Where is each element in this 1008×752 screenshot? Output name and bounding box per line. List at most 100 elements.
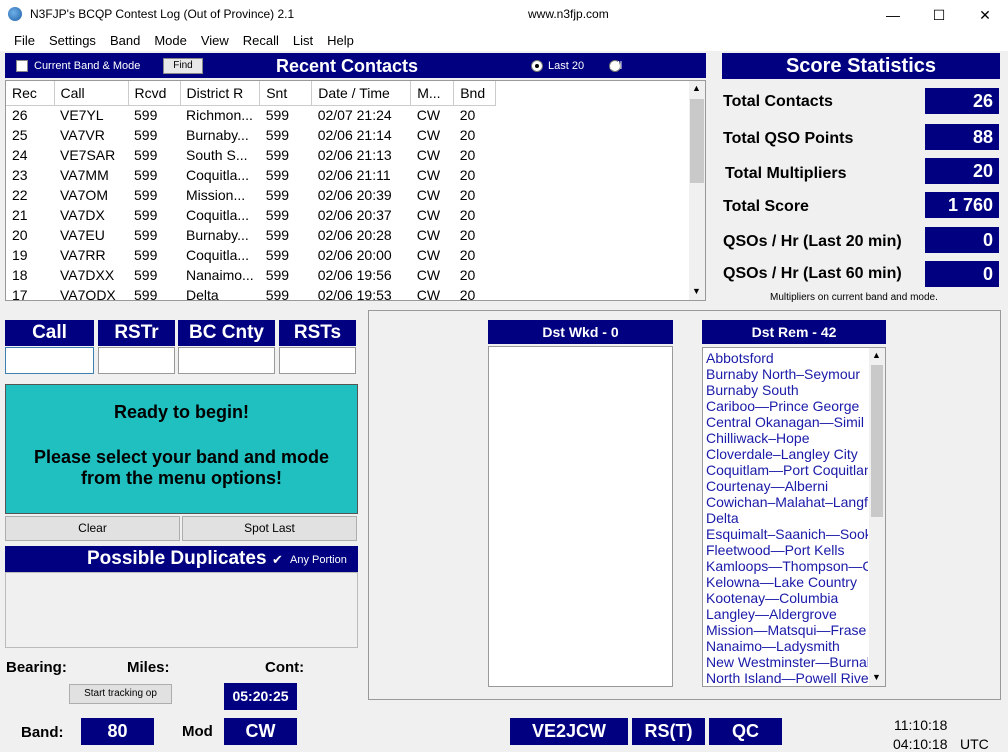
call-input[interactable] xyxy=(5,347,94,374)
district-list-item[interactable]: North Island—Powell Rive xyxy=(706,670,868,686)
districts-remaining-list[interactable]: Abbotsford Burnaby North–Seymour Burnaby S… xyxy=(702,347,886,687)
mode-value[interactable]: CW xyxy=(224,718,297,745)
cell-snt: 599 xyxy=(265,227,290,243)
cell-snt: 599 xyxy=(265,127,290,143)
current-band-mode-label: Current Band & Mode xyxy=(34,60,141,72)
operator-callsign[interactable]: VE2JCW xyxy=(510,718,628,745)
districts-scrollbar[interactable]: ▲ ▼ xyxy=(869,348,885,686)
bc-cnty-input[interactable] xyxy=(178,347,275,374)
district-list-item[interactable]: New Westminster—Burnal xyxy=(706,654,868,670)
table-header-row: Rec Call Rcvd District R Snt Date / Time… xyxy=(6,81,497,106)
message-line-1: Ready to begin! xyxy=(113,402,249,422)
district-list-item[interactable]: Courtenay—Alberni xyxy=(706,478,868,494)
start-tracking-button[interactable]: Start tracking op xyxy=(69,684,172,704)
menu-view[interactable]: View xyxy=(194,33,236,48)
last20-radio[interactable] xyxy=(531,60,543,72)
menu-mode[interactable]: Mode xyxy=(147,33,194,48)
recent-contacts-table[interactable]: Rec Call Rcvd District R Snt Date / Time… xyxy=(5,80,706,301)
table-row[interactable]: 20 VA7EU 599 Burnaby... 599 02/06 20:28 CW 20 xyxy=(6,225,496,245)
district-list-item[interactable]: Abbotsford xyxy=(706,350,868,366)
scroll-up-icon[interactable]: ▲ xyxy=(692,83,701,93)
menu-file[interactable]: File xyxy=(0,33,42,48)
col-snt[interactable]: Snt xyxy=(259,81,313,106)
cell-call: VA7OM xyxy=(60,187,108,203)
districts-panel: Dst Wkd - 0 Dst Rem - 42 Abbotsford Burna… xyxy=(368,310,1001,700)
cell-datetime: 02/06 21:13 xyxy=(317,147,392,163)
scroll-down-icon[interactable]: ▼ xyxy=(692,286,701,296)
district-list-item[interactable]: Kelowna—Lake Country xyxy=(706,574,868,590)
cell-mode: CW xyxy=(416,227,441,243)
possible-duplicates-list[interactable] xyxy=(5,572,358,648)
cell-snt: 599 xyxy=(265,267,290,283)
district-list-item[interactable]: Burnaby North–Seymour xyxy=(706,366,868,382)
window-title: N3FJP's BCQP Contest Log (Out of Provinc… xyxy=(30,7,295,21)
district-list-item[interactable]: Coquitlam—Port Coquitlan xyxy=(706,462,868,478)
col-district[interactable]: District R xyxy=(180,81,261,106)
rstr-input[interactable] xyxy=(98,347,175,374)
table-row[interactable]: 22 VA7OM 599 Mission... 599 02/06 20:39 CW 20 xyxy=(6,185,496,205)
total-score-label: Total Score xyxy=(723,198,809,215)
col-rcvd[interactable]: Rcvd xyxy=(128,81,181,106)
districts-worked-list[interactable] xyxy=(488,346,673,687)
col-rec[interactable]: Rec xyxy=(6,81,55,106)
cell-call: VA7QDX xyxy=(60,287,116,301)
find-button[interactable]: Find xyxy=(163,58,203,74)
cell-call: VA7DX xyxy=(60,207,105,223)
current-band-mode-checkbox[interactable] xyxy=(16,60,28,72)
menu-list[interactable]: List xyxy=(286,33,320,48)
band-value[interactable]: 80 xyxy=(81,718,154,745)
district-list-item[interactable]: Burnaby South xyxy=(706,382,868,398)
close-button[interactable]: ✕ xyxy=(962,0,1008,30)
district-list-item[interactable]: Delta xyxy=(706,510,868,526)
maximize-button[interactable]: ☐ xyxy=(916,0,962,30)
table-scrollbar[interactable]: ▲ ▼ xyxy=(689,81,705,300)
district-list-item[interactable]: Fleetwood—Port Kells xyxy=(706,542,868,558)
table-row[interactable]: 23 VA7MM 599 Coquitla... 599 02/06 21:11 CW 20 xyxy=(6,165,496,185)
col-mode[interactable]: M... xyxy=(410,81,455,106)
table-row[interactable]: 17 VA7QDX 599 Delta 599 02/06 19:53 CW 20 xyxy=(6,285,496,301)
rst-value[interactable]: RS(T) xyxy=(632,718,705,745)
spot-last-button[interactable]: Spot Last xyxy=(182,516,357,541)
district-list-item[interactable]: Mission—Matsqui—Frase xyxy=(706,622,868,638)
cell-rcvd: 599 xyxy=(134,147,158,163)
table-row[interactable]: 25 VA7VR 599 Burnaby... 599 02/06 21:14 CW 20 xyxy=(6,125,496,145)
scroll-up-icon[interactable]: ▲ xyxy=(872,350,881,360)
table-row[interactable]: 24 VE7SAR 599 South S... 599 02/06 21:13 CW 20 xyxy=(6,145,496,165)
scroll-down-icon[interactable]: ▼ xyxy=(872,672,881,682)
col-call[interactable]: Call xyxy=(54,81,129,106)
col-band[interactable]: Bnd xyxy=(453,81,497,106)
col-datetime[interactable]: Date / Time xyxy=(311,81,412,106)
district-list-item[interactable]: Cowichan–Malahat–Langf xyxy=(706,494,868,510)
district-list-item[interactable]: Cloverdale–Langley City xyxy=(706,446,868,462)
district-list-item[interactable]: Langley—Aldergrove xyxy=(706,606,868,622)
rsts-input[interactable] xyxy=(279,347,356,374)
cell-rec: 18 xyxy=(12,267,28,283)
table-row[interactable]: 26 VE7YL 599 Richmon... 599 02/07 21:24 CW 20 xyxy=(6,105,496,125)
cell-rcvd: 599 xyxy=(134,227,158,243)
table-row[interactable]: 18 VA7DXX 599 Nanaimo... 599 02/06 19:56 CW 20 xyxy=(6,265,496,285)
minimize-button[interactable]: — xyxy=(870,0,916,30)
district-list-item[interactable]: Kamloops—Thompson—C xyxy=(706,558,868,574)
table-row[interactable]: 19 VA7RR 599 Coquitla... 599 02/06 20:00 CW 20 xyxy=(6,245,496,265)
district-list-item[interactable]: Kootenay—Columbia xyxy=(706,590,868,606)
app-globe-icon xyxy=(8,7,22,21)
province-value[interactable]: QC xyxy=(709,718,782,745)
cell-call: VA7RR xyxy=(60,247,106,263)
menu-recall[interactable]: Recall xyxy=(236,33,286,48)
district-list-item[interactable]: Nanaimo—Ladysmith xyxy=(706,638,868,654)
district-list-item[interactable]: Central Okanagan—Simil xyxy=(706,414,868,430)
district-list-item[interactable]: Esquimalt–Saanich—Sook xyxy=(706,526,868,542)
district-list-item[interactable]: Chilliwack–Hope xyxy=(706,430,868,446)
any-portion-checkbox[interactable]: ✔ xyxy=(272,552,283,568)
menu-help[interactable]: Help xyxy=(320,33,361,48)
scroll-thumb[interactable] xyxy=(690,99,704,183)
cell-rcvd: 599 xyxy=(134,107,158,124)
cell-mode: CW xyxy=(416,187,441,203)
scroll-thumb[interactable] xyxy=(871,365,883,517)
table-row[interactable]: 21 VA7DX 599 Coquitla... 599 02/06 20:37 CW 20 xyxy=(6,205,496,225)
menu-band[interactable]: Band xyxy=(103,33,147,48)
cell-snt: 599 xyxy=(265,107,290,124)
menu-settings[interactable]: Settings xyxy=(42,33,103,48)
clear-button[interactable]: Clear xyxy=(5,516,180,541)
district-list-item[interactable]: Cariboo—Prince George xyxy=(706,398,868,414)
